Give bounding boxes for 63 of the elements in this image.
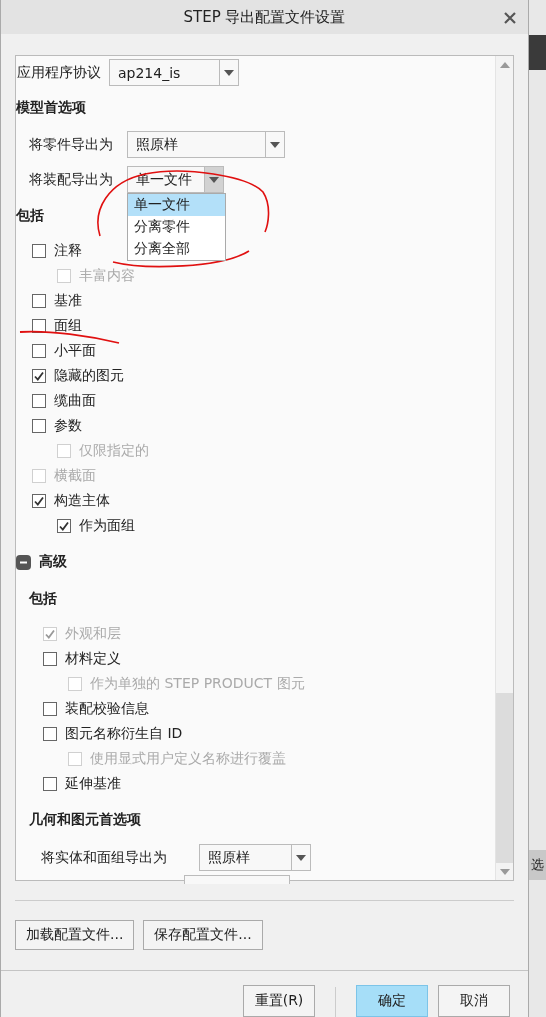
checkbox[interactable] xyxy=(43,776,57,791)
field-label: 将装配导出为 xyxy=(29,170,114,189)
menu-option[interactable]: 分离全部 xyxy=(128,238,225,261)
caret-icon xyxy=(296,854,306,861)
scroll-up-icon[interactable] xyxy=(499,61,510,68)
checkbox-label: 参数 xyxy=(54,416,82,435)
dialog-button[interactable]: 取消 xyxy=(438,985,510,1017)
file-button[interactable]: 加载配置文件... xyxy=(15,920,135,951)
checkbox-label: 图元名称衍生自 ID xyxy=(65,724,183,743)
menu-option[interactable]: 单一文件 xyxy=(128,194,225,217)
field-label: 应用程序协议 xyxy=(16,63,101,82)
dropdown[interactable]: 照原样 xyxy=(199,844,311,872)
section-heading: 包括 xyxy=(29,590,57,609)
close-icon[interactable] xyxy=(504,12,516,24)
scrollbar[interactable] xyxy=(495,56,513,881)
scroll-down-icon[interactable] xyxy=(499,868,510,875)
window-title: STEP 导出配置文件设置 xyxy=(183,7,346,27)
section-heading: 包括 xyxy=(16,207,44,226)
checkbox[interactable] xyxy=(32,418,46,433)
checkbox-label: 构造主体 xyxy=(54,491,110,510)
checkbox-label: 缆曲面 xyxy=(54,391,96,410)
checkbox[interactable] xyxy=(32,393,46,408)
checkbox[interactable] xyxy=(57,518,71,533)
checkbox-label: 横截面 xyxy=(54,466,96,485)
checkbox-label: 基准 xyxy=(54,291,82,310)
checkbox[interactable] xyxy=(43,701,57,716)
checkbox-label: 小平面 xyxy=(54,341,96,360)
checkbox-label: 注释 xyxy=(54,241,82,260)
checkbox[interactable] xyxy=(43,651,57,666)
caret-icon xyxy=(224,69,234,76)
file-button[interactable]: 保存配置文件... xyxy=(143,920,263,951)
checkbox[interactable] xyxy=(32,243,46,258)
dialog-button[interactable]: 重置(R) xyxy=(243,985,315,1017)
dropdown[interactable]: 照原样 xyxy=(127,131,285,159)
checkbox-label: 使用显式用户定义名称进行覆盖 xyxy=(90,749,286,768)
dialog-button[interactable]: 确定 xyxy=(356,985,428,1017)
section-heading: 模型首选项 xyxy=(16,99,86,118)
caret-icon xyxy=(209,176,219,183)
dropdown[interactable]: ap214_is xyxy=(109,59,239,87)
checkbox[interactable] xyxy=(43,726,57,741)
checkbox[interactable] xyxy=(32,318,46,333)
collapse-icon[interactable] xyxy=(16,554,31,570)
checkbox-label: 装配校验信息 xyxy=(65,699,149,718)
checkbox-label: 作为面组 xyxy=(79,516,135,535)
checkbox[interactable] xyxy=(32,368,46,383)
section-heading: 高级 xyxy=(39,553,67,572)
caret-icon xyxy=(270,141,280,148)
checkbox[interactable] xyxy=(32,343,46,358)
checkbox-label: 仅限指定的 xyxy=(79,441,149,460)
field-label: 将实体和面组导出为 xyxy=(41,848,168,867)
checkbox-label: 材料定义 xyxy=(65,649,121,668)
checkbox[interactable] xyxy=(32,493,46,508)
menu-option[interactable]: 分离零件 xyxy=(128,216,225,239)
checkbox-label: 丰富内容 xyxy=(79,266,135,285)
checkbox-label: 延伸基准 xyxy=(65,774,121,793)
checkbox[interactable] xyxy=(32,293,46,308)
section-heading: 几何和图元首选项 xyxy=(29,811,141,830)
checkbox-label: 面组 xyxy=(54,316,82,335)
checkbox-label: 作为单独的 STEP PRODUCT 图元 xyxy=(90,674,305,693)
checkbox-label: 外观和层 xyxy=(65,624,121,643)
checkbox-label: 隐藏的图元 xyxy=(54,366,124,385)
scrollbar-thumb[interactable] xyxy=(496,693,513,864)
field-label: 将零件导出为 xyxy=(29,135,114,154)
